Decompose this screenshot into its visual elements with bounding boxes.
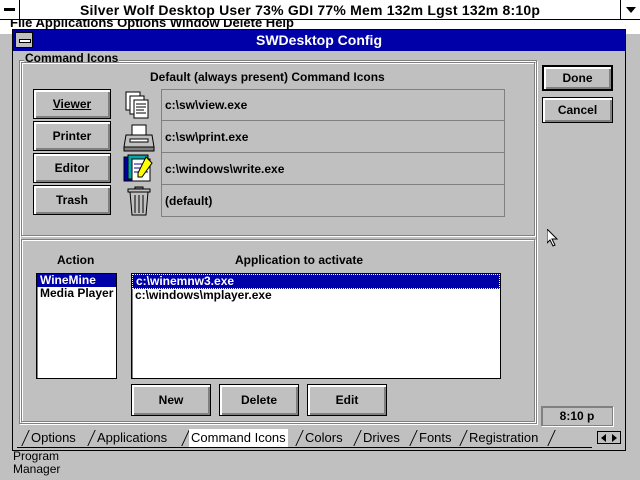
viewer-path: c:\sw\view.exe bbox=[161, 89, 505, 121]
action-item-media-player[interactable]: Media Player bbox=[37, 287, 116, 300]
cancel-button[interactable]: Cancel bbox=[542, 97, 613, 123]
viewer-icon bbox=[120, 89, 160, 121]
done-button[interactable]: Done bbox=[542, 65, 613, 91]
config-window: SWDesktop Config Command Icons Default (… bbox=[12, 29, 626, 451]
window-title: SWDesktop Config bbox=[256, 32, 382, 48]
editor-path: c:\windows\write.exe bbox=[161, 153, 505, 185]
system-menu-icon[interactable] bbox=[0, 0, 20, 19]
tab-scroll-arrows-icon[interactable] bbox=[597, 431, 621, 444]
new-button-label: New bbox=[158, 393, 184, 407]
action-listbox[interactable]: WineMine Media Player bbox=[36, 273, 117, 379]
status-text: Silver Wolf Desktop User 73% GDI 77% Mem… bbox=[80, 2, 541, 18]
window-title-bar[interactable]: SWDesktop Config bbox=[13, 30, 625, 51]
new-button[interactable]: New bbox=[131, 384, 211, 416]
viewer-button[interactable]: Viewer bbox=[33, 89, 111, 119]
editor-button-label: Editor bbox=[54, 161, 90, 175]
printer-path: c:\sw\print.exe bbox=[161, 121, 505, 153]
top-status-bar: Silver Wolf Desktop User 73% GDI 77% Mem… bbox=[0, 0, 640, 20]
editor-button[interactable]: Editor bbox=[33, 153, 111, 183]
application-listbox[interactable]: c:\winemnw3.exe c:\windows\mplayer.exe bbox=[131, 273, 501, 379]
time-display: 8:10 p bbox=[541, 406, 613, 426]
viewer-button-label: Viewer bbox=[52, 97, 92, 111]
delete-button-label: Delete bbox=[240, 393, 278, 407]
edit-button[interactable]: Edit bbox=[307, 384, 387, 416]
trash-button-label: Trash bbox=[55, 193, 88, 207]
tab-colors[interactable]: Colors bbox=[305, 429, 343, 447]
action-header: Action bbox=[57, 253, 95, 267]
mouse-cursor-icon bbox=[547, 229, 559, 247]
trash-icon bbox=[120, 185, 160, 217]
trash-button[interactable]: Trash bbox=[33, 185, 111, 215]
editor-icon bbox=[120, 153, 160, 185]
tab-options[interactable]: Options bbox=[31, 429, 76, 447]
printer-button[interactable]: Printer bbox=[33, 121, 111, 151]
program-manager-label[interactable]: Program Manager bbox=[13, 450, 63, 476]
printer-icon bbox=[120, 121, 160, 153]
tab-registration[interactable]: Registration bbox=[469, 429, 538, 447]
trash-path: (default) bbox=[161, 185, 505, 217]
tab-fonts[interactable]: Fonts bbox=[419, 429, 452, 447]
printer-button-label: Printer bbox=[52, 129, 92, 143]
application-item-mplayer[interactable]: c:\windows\mplayer.exe bbox=[132, 289, 500, 302]
default-icons-header: Default (always present) Command Icons bbox=[150, 70, 385, 84]
background-desktop: Program Manager bbox=[0, 448, 640, 480]
delete-button[interactable]: Delete bbox=[219, 384, 299, 416]
cancel-button-label: Cancel bbox=[557, 103, 598, 117]
tab-applications[interactable]: Applications bbox=[97, 429, 167, 447]
application-item-winemine[interactable]: c:\winemnw3.exe bbox=[132, 274, 500, 289]
application-header: Application to activate bbox=[235, 253, 364, 267]
dropdown-arrow-icon[interactable] bbox=[620, 0, 640, 19]
edit-button-label: Edit bbox=[335, 393, 359, 407]
tab-command-icons[interactable]: Command Icons bbox=[189, 429, 288, 447]
done-button-label: Done bbox=[562, 71, 593, 85]
tab-strip: Options Applications Command Icons Color… bbox=[17, 429, 621, 448]
tab-drives[interactable]: Drives bbox=[363, 429, 400, 447]
